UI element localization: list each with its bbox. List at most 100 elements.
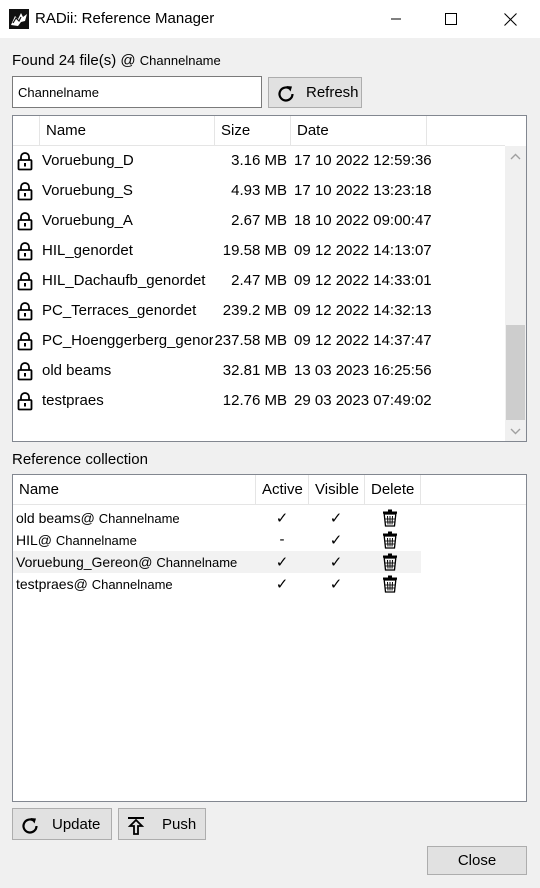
reference-name: old beams@ Channelname	[16, 510, 180, 526]
column-header-size[interactable]: Size	[215, 116, 291, 145]
reference-channel: Channelname	[91, 577, 173, 592]
column-header-delete[interactable]: Delete	[365, 475, 421, 504]
file-row[interactable]: HIL_Dachaufb_genordet 2.47 MB 09 12 2022…	[13, 266, 505, 296]
scroll-down-button[interactable]	[505, 421, 526, 441]
reference-row[interactable]: Voruebung_Gereon@ Channelname ✓ ✓	[13, 551, 421, 573]
reference-collection-label: Reference collection	[12, 451, 148, 468]
file-date: 09 12 2022 14:13:07	[294, 242, 432, 259]
visible-toggle[interactable]: ✓	[310, 509, 362, 527]
maximize-icon	[445, 13, 457, 25]
file-name: Voruebung_D	[42, 152, 134, 169]
minimize-button[interactable]	[367, 0, 425, 38]
push-label: Push	[162, 816, 197, 833]
lock-icon	[17, 272, 33, 291]
reference-row[interactable]: testpraes@ Channelname ✓ ✓	[13, 573, 421, 595]
lock-icon	[17, 302, 33, 321]
reference-name: Voruebung_Gereon@ Channelname	[16, 554, 237, 570]
trash-icon[interactable]	[381, 553, 399, 571]
active-toggle[interactable]: -	[256, 531, 308, 548]
lock-icon	[17, 362, 33, 381]
trash-icon[interactable]	[381, 531, 399, 549]
update-button[interactable]: Update	[12, 808, 112, 840]
column-header-date[interactable]: Date	[291, 116, 427, 145]
lock-icon	[17, 242, 33, 261]
maximize-button[interactable]	[422, 0, 480, 38]
active-toggle[interactable]: ✓	[256, 553, 308, 571]
file-name: PC_Hoenggerberg_genordet	[42, 332, 213, 349]
close-label: Close	[457, 852, 497, 869]
active-toggle[interactable]: ✓	[256, 575, 308, 593]
scrollbar-thumb[interactable]	[506, 325, 525, 420]
file-date: 09 12 2022 14:32:13	[294, 302, 432, 319]
file-list-header: Name Size Date	[13, 116, 505, 146]
found-channel-name: Channelname	[139, 53, 221, 68]
column-header-lock[interactable]	[13, 116, 40, 145]
file-row[interactable]: PC_Hoenggerberg_genordet 237.58 MB 09 12…	[13, 326, 505, 356]
close-icon	[503, 12, 517, 26]
file-row[interactable]: HIL_genordet 19.58 MB 09 12 2022 14:13:0…	[13, 236, 505, 266]
reference-row[interactable]: HIL@ Channelname - ✓	[13, 529, 421, 551]
file-row[interactable]: Voruebung_D 3.16 MB 17 10 2022 12:59:36	[13, 146, 505, 176]
column-header-visible[interactable]: Visible	[309, 475, 365, 504]
file-name: testpraes	[42, 392, 104, 409]
file-name: Voruebung_A	[42, 212, 133, 229]
reference-channel: Channelname	[55, 533, 137, 548]
file-size: 19.58 MB	[222, 242, 287, 259]
file-date: 18 10 2022 09:00:47	[294, 212, 432, 229]
close-window-button[interactable]	[481, 0, 539, 38]
close-button[interactable]: Close	[427, 846, 527, 875]
file-row[interactable]: Voruebung_S 4.93 MB 17 10 2022 13:23:18	[13, 176, 505, 206]
chevron-up-icon	[510, 153, 521, 159]
reference-file: Voruebung_Gereon@	[16, 554, 153, 570]
trash-icon[interactable]	[381, 575, 399, 593]
column-header-active[interactable]: Active	[256, 475, 309, 504]
file-list-scrollbar[interactable]	[505, 146, 526, 441]
trash-icon[interactable]	[381, 509, 399, 527]
file-name: HIL_Dachaufb_genordet	[42, 272, 206, 289]
visible-toggle[interactable]: ✓	[310, 531, 362, 549]
file-size: 12.76 MB	[222, 392, 287, 409]
file-date: 17 10 2022 12:59:36	[294, 152, 432, 169]
file-name: old beams	[42, 362, 112, 379]
column-header-name[interactable]: Name	[40, 116, 215, 145]
file-size: 4.93 MB	[231, 182, 287, 199]
reference-file: testpraes@	[16, 576, 88, 592]
file-size: 237.58 MB	[214, 332, 287, 349]
refresh-label: Refresh	[306, 84, 359, 101]
reference-row[interactable]: old beams@ Channelname ✓ ✓	[13, 507, 421, 529]
column-header-name[interactable]: Name	[13, 475, 256, 504]
visible-toggle[interactable]: ✓	[310, 553, 362, 571]
active-toggle[interactable]: ✓	[256, 509, 308, 527]
minimize-icon	[391, 18, 401, 20]
file-row[interactable]: old beams 32.81 MB 13 03 2023 16:25:56	[13, 356, 505, 386]
reference-name: testpraes@ Channelname	[16, 576, 173, 592]
lock-icon	[17, 212, 33, 231]
refresh-button[interactable]: Refresh	[268, 77, 362, 108]
reference-channel: Channelname	[98, 511, 180, 526]
file-row[interactable]: PC_Terraces_genordet 239.2 MB 09 12 2022…	[13, 296, 505, 326]
file-size: 239.2 MB	[222, 302, 287, 319]
reference-channel: Channelname	[156, 555, 238, 570]
file-date: 09 12 2022 14:33:01	[294, 272, 432, 289]
chevron-down-icon	[510, 428, 521, 434]
file-list[interactable]: Name Size Date Voruebung_D 3.16 MB 17 10…	[12, 115, 527, 442]
lock-icon	[17, 152, 33, 171]
file-size: 2.67 MB	[231, 212, 287, 229]
push-button[interactable]: Push	[118, 808, 206, 840]
found-files-label: Found 24 file(s) @ Channelname	[12, 52, 221, 69]
file-date: 17 10 2022 13:23:18	[294, 182, 432, 199]
channel-input[interactable]	[12, 76, 262, 108]
file-row[interactable]: Voruebung_A 2.67 MB 18 10 2022 09:00:47	[13, 206, 505, 236]
lock-icon	[17, 392, 33, 411]
file-row[interactable]: testpraes 12.76 MB 29 03 2023 07:49:02	[13, 386, 505, 416]
file-date: 29 03 2023 07:49:02	[294, 392, 432, 409]
rhino-app-icon	[9, 9, 29, 29]
visible-toggle[interactable]: ✓	[310, 575, 362, 593]
scroll-up-button[interactable]	[505, 146, 526, 166]
refresh-icon	[22, 818, 38, 834]
reference-list[interactable]: Name Active Visible Delete old beams@ Ch…	[12, 474, 527, 802]
lock-icon	[17, 332, 33, 351]
reference-list-header: Name Active Visible Delete	[13, 475, 526, 505]
lock-icon	[17, 182, 33, 201]
found-count-text: Found 24 file(s) @	[12, 52, 140, 69]
